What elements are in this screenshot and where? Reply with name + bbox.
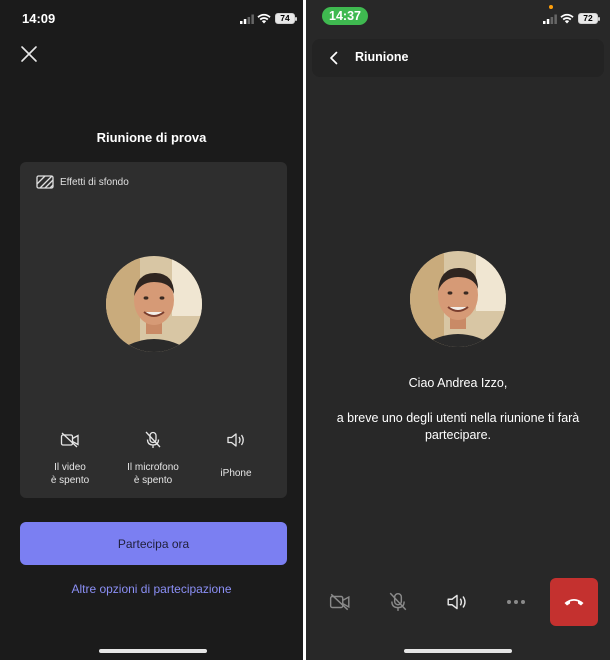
status-time: 14:37	[322, 7, 368, 25]
greeting-text: Ciao Andrea Izzo,	[408, 376, 508, 390]
back-icon[interactable]	[326, 50, 342, 66]
microphone-toggle[interactable]: Il microfono è spento	[110, 427, 196, 487]
audio-output-label: iPhone	[220, 468, 252, 479]
hang-up-icon	[564, 599, 584, 606]
header-title: Riunione	[355, 50, 409, 64]
cellular-signal-icon	[543, 14, 557, 24]
waiting-room-screen: 14:37 72 Riunione Ciao Andrea Izzo, a br…	[306, 0, 610, 660]
waiting-message: a breve uno degli utenti nella riunione …	[336, 411, 580, 442]
status-bar: 14:37 72	[306, 0, 610, 36]
avatar	[410, 251, 506, 347]
close-icon[interactable]	[18, 43, 40, 65]
call-speaker-button[interactable]	[433, 578, 481, 626]
meeting-title: Riunione di prova	[96, 130, 207, 145]
mic-off-icon	[145, 431, 161, 448]
privacy-indicator-dot	[549, 5, 553, 9]
more-icon	[507, 600, 525, 604]
home-indicator	[404, 649, 512, 653]
lobby-screen: 14:09 74 Riunione di prova Effetti di sf…	[0, 0, 303, 660]
status-time: 14:09	[22, 11, 56, 26]
other-join-options-link[interactable]: Altre opzioni di partecipazione	[0, 582, 303, 596]
home-indicator	[99, 649, 207, 653]
camera-status-label: Il video è spento	[50, 462, 90, 486]
avatar	[106, 256, 202, 352]
audio-output-toggle[interactable]: iPhone	[193, 427, 279, 480]
wifi-icon	[560, 13, 574, 24]
background-effects-label: Effetti di sfondo	[60, 176, 129, 188]
call-header: Riunione	[312, 39, 604, 77]
background-effects-icon	[36, 175, 54, 189]
video-off-icon	[60, 432, 79, 448]
background-effects-button[interactable]: Effetti di sfondo	[36, 174, 129, 190]
speaker-icon	[227, 433, 244, 447]
cellular-signal-icon	[240, 14, 254, 24]
microphone-status-label: Il microfono è spento	[127, 462, 179, 486]
status-bar: 14:09 74	[0, 0, 303, 36]
video-off-icon	[329, 593, 350, 611]
call-more-button[interactable]	[492, 578, 540, 626]
call-mic-button[interactable]	[374, 578, 422, 626]
call-video-button[interactable]	[316, 578, 364, 626]
camera-toggle[interactable]: Il video è spento	[27, 427, 113, 487]
hang-up-button[interactable]	[550, 578, 598, 626]
mic-off-icon	[389, 592, 407, 611]
battery-icon: 74	[275, 13, 297, 24]
wifi-icon	[257, 13, 271, 24]
battery-icon: 72	[578, 13, 600, 24]
join-now-button[interactable]: Partecipa ora	[20, 522, 287, 565]
speaker-icon	[447, 594, 466, 610]
